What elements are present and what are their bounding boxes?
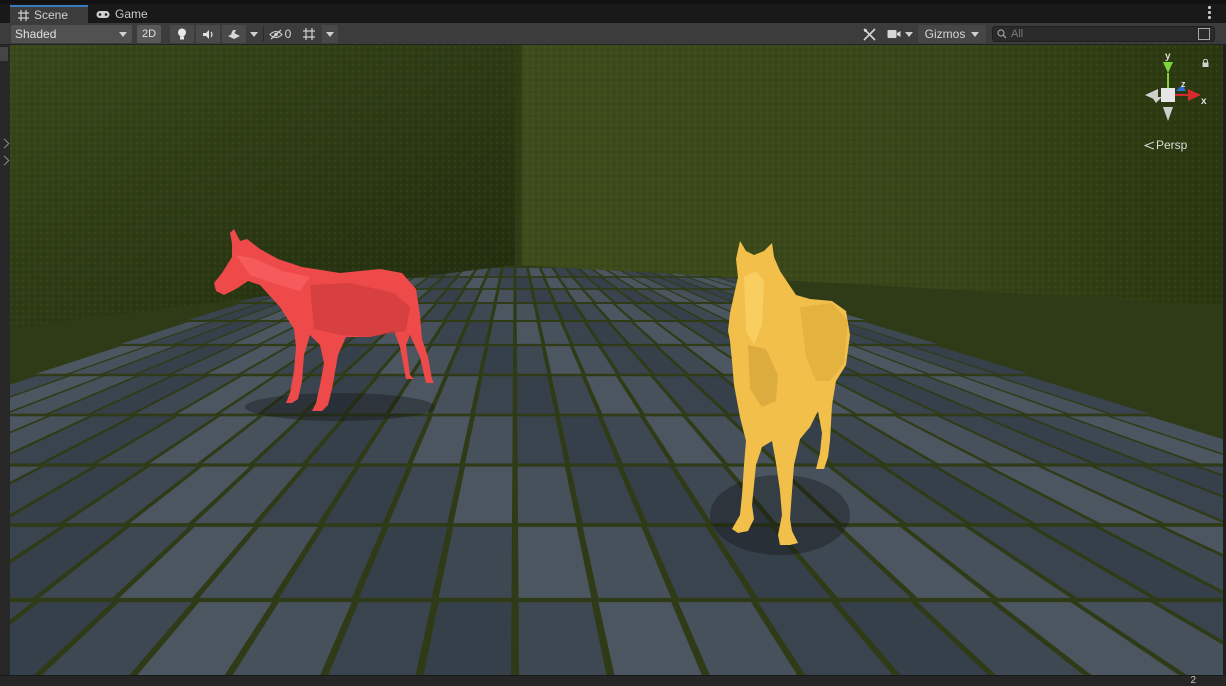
axis-y-label: y	[1165, 51, 1171, 62]
chevron-right-icon[interactable]	[0, 138, 10, 149]
audio-toggle-button[interactable]	[196, 25, 220, 43]
projection-toggle[interactable]: Persp	[1144, 138, 1187, 152]
floor-tile	[516, 267, 529, 277]
floor-tile	[493, 303, 514, 320]
tab-scene[interactable]: Scene	[10, 5, 88, 23]
draw-mode-dropdown[interactable]: Shaded	[11, 25, 132, 43]
eye-slash-icon	[268, 29, 283, 39]
gizmos-dropdown[interactable]: Gizmos	[918, 25, 986, 43]
grid-icon	[18, 9, 29, 21]
toggle-2d-button[interactable]: 2D	[137, 25, 161, 43]
effects-icon	[228, 29, 240, 39]
floor-tile	[501, 267, 514, 277]
scene-search-field[interactable]	[992, 26, 1215, 42]
chevron-down-icon	[119, 31, 127, 37]
perspective-icon	[1144, 141, 1154, 149]
camera-icon	[887, 30, 901, 38]
gizmo-center-cube[interactable]	[1161, 88, 1175, 102]
grid-toggle-icon	[303, 28, 315, 40]
floor-tile	[516, 303, 537, 320]
projection-label: Persp	[1156, 138, 1188, 152]
lock-icon[interactable]	[1202, 59, 1209, 67]
window-top-strip	[0, 0, 1226, 4]
floor-tile	[516, 289, 534, 303]
floor-tile	[499, 277, 514, 289]
axis-z-label: z	[1181, 79, 1186, 89]
scene-viewport[interactable]: y z x Persp	[10, 45, 1223, 675]
chevron-down-icon	[971, 31, 980, 37]
hidden-count: 0	[284, 27, 292, 41]
search-input[interactable]	[1007, 28, 1181, 40]
toggle-2d-label: 2D	[141, 28, 157, 40]
search-icon	[997, 29, 1007, 39]
left-gutter	[0, 45, 10, 675]
draw-mode-value: Shaded	[15, 27, 57, 41]
toolbar-divider	[263, 26, 264, 42]
lighting-toggle-button[interactable]	[170, 25, 194, 43]
chevron-right-icon[interactable]	[0, 155, 10, 166]
scene-toolbar: Shaded 2D 0 Gizmos All	[0, 23, 1226, 45]
floor-tile	[516, 277, 531, 289]
tab-scene-label: Scene	[34, 8, 69, 22]
tab-bar: Scene Game	[0, 0, 1226, 23]
lightbulb-icon	[178, 28, 186, 40]
status-bar: 2	[0, 675, 1226, 686]
tools-button[interactable]	[858, 25, 880, 43]
gutter-scroll-handle[interactable]	[0, 47, 8, 61]
chevron-down-icon	[250, 31, 258, 37]
tab-game[interactable]: Game	[88, 5, 158, 23]
chevron-down-icon	[326, 31, 334, 37]
tab-game-label: Game	[115, 7, 148, 21]
gamepad-icon	[96, 10, 110, 18]
more-options-icon[interactable]	[1208, 6, 1212, 20]
gizmos-label: Gizmos	[924, 27, 966, 41]
camera-settings-dropdown[interactable]	[884, 25, 916, 43]
effects-dropdown[interactable]	[247, 25, 261, 43]
speaker-icon	[202, 29, 213, 39]
axis-x-label: x	[1201, 96, 1207, 107]
grid-dropdown[interactable]	[322, 25, 338, 43]
effects-toggle-button[interactable]	[222, 25, 246, 43]
tools-icon	[862, 27, 876, 41]
grid-toggle-button[interactable]	[298, 25, 320, 43]
search-options-icon[interactable]	[1198, 28, 1210, 40]
hidden-objects-toggle[interactable]: 0	[266, 25, 294, 43]
scene-render: y z x	[10, 45, 1223, 675]
chevron-down-icon	[905, 31, 913, 37]
floor-tile	[496, 289, 514, 303]
